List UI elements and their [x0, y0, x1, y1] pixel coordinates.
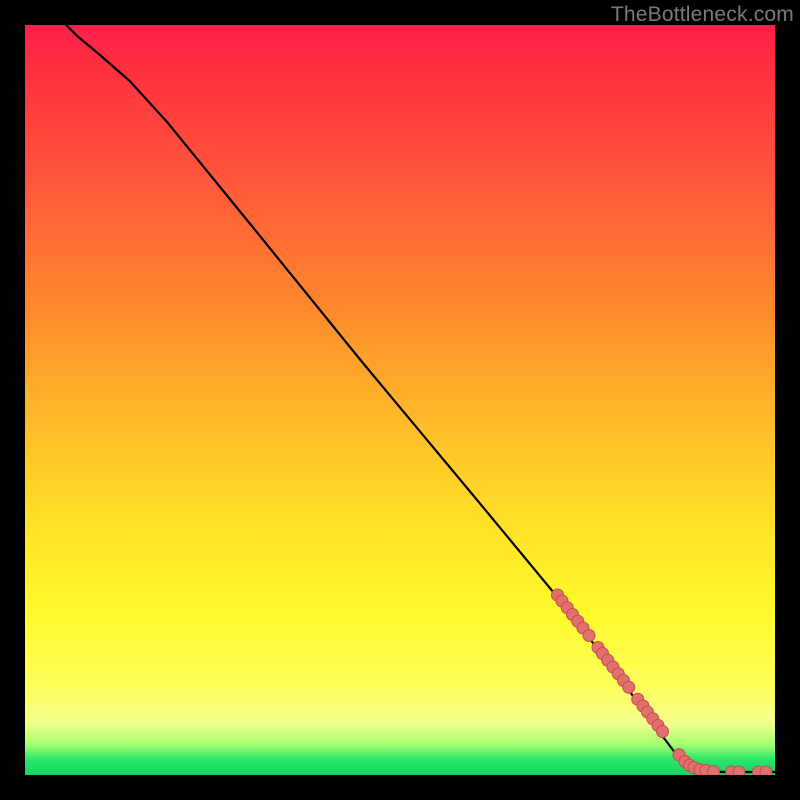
data-marker: [760, 766, 772, 775]
data-marker: [623, 681, 635, 693]
plot-area: [25, 25, 775, 775]
data-marker: [583, 630, 595, 642]
marker-group: [552, 589, 773, 775]
chart-svg: [25, 25, 775, 775]
main-curve: [66, 25, 775, 772]
chart-stage: TheBottleneck.com: [0, 0, 800, 800]
data-marker: [733, 766, 745, 775]
data-marker: [708, 766, 720, 775]
watermark-text: TheBottleneck.com: [611, 3, 794, 27]
data-marker: [657, 726, 669, 738]
